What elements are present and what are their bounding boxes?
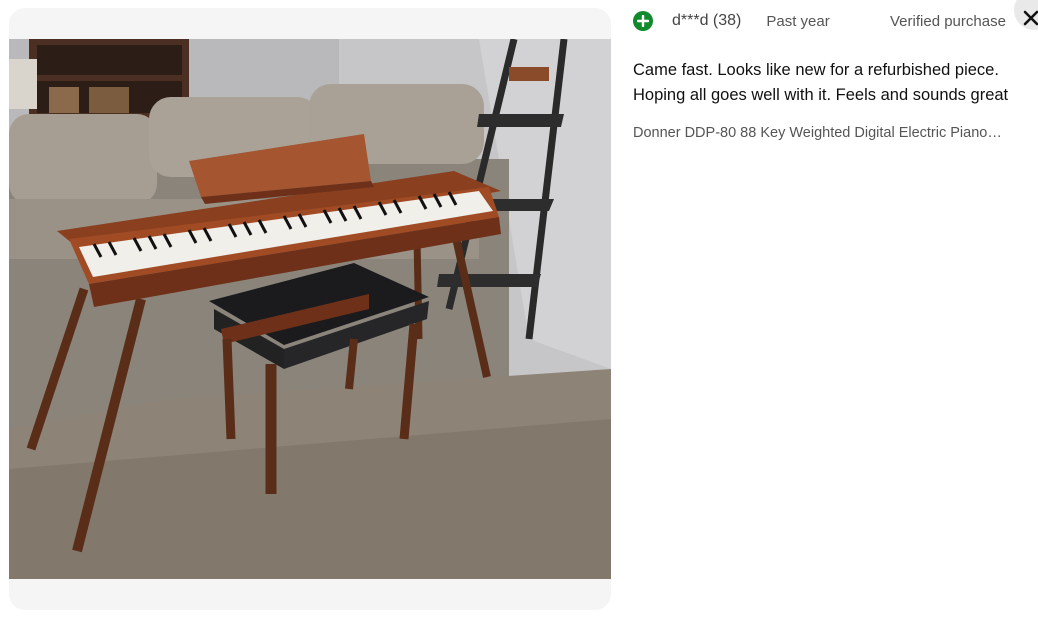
review-panel: d***d (38) Past year Verified purchase C… <box>633 0 1038 618</box>
reviewer-name[interactable]: d***d (38) <box>672 12 741 30</box>
plus-circle-icon <box>633 11 653 31</box>
photo-viewer <box>9 8 611 610</box>
verified-purchase-label: Verified purchase <box>890 12 1006 30</box>
review-photo[interactable] <box>9 39 611 579</box>
product-link[interactable]: Donner DDP-80 88 Key Weighted Digital El… <box>633 125 1028 141</box>
review-time: Past year <box>766 12 830 30</box>
review-text: Came fast. Looks like new for a refurbis… <box>633 61 1009 104</box>
review-meta: d***d (38) Past year Verified purchase <box>633 9 1038 33</box>
close-icon <box>1023 10 1038 26</box>
